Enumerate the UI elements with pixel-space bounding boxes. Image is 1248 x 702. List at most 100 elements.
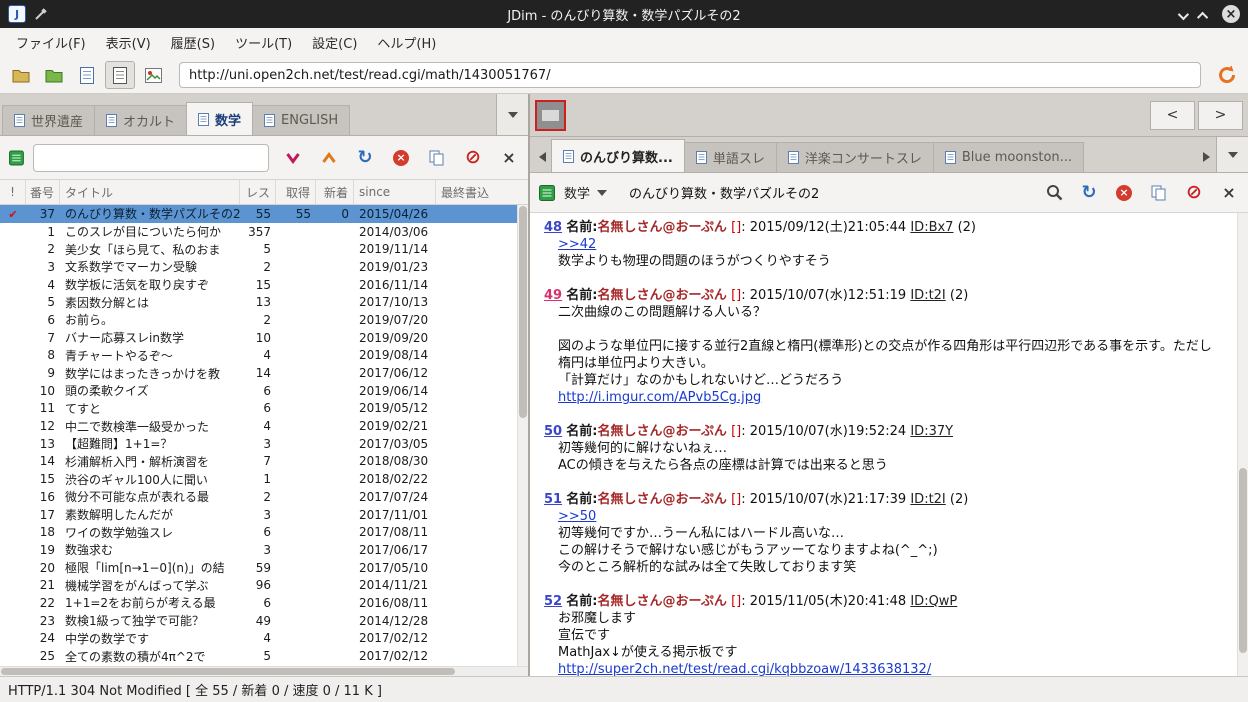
col-res[interactable]: レス xyxy=(240,180,276,204)
post-number-link[interactable]: 52 xyxy=(544,594,562,609)
thread-tab-1[interactable]: 単語スレ xyxy=(683,142,777,172)
thread-row[interactable]: 25 全ての素数の積が4π^2で 5 2017/02/12 xyxy=(0,647,528,665)
thread-row[interactable]: 9 数学にはまったきっかけを教 14 2017/06/12 xyxy=(0,364,528,382)
col-number[interactable]: 番号 xyxy=(26,180,60,204)
search-in-thread-button[interactable] xyxy=(1044,183,1064,203)
post-number-link[interactable]: 51 xyxy=(544,492,562,507)
thread-row[interactable]: 11 てすと 6 2019/05/12 xyxy=(0,400,528,418)
post-name-link[interactable]: 名無しさん@おーぷん xyxy=(597,288,726,303)
post-id-link[interactable]: ID:t2I xyxy=(910,288,945,303)
col-mark[interactable]: ! xyxy=(0,180,26,204)
menu-file[interactable]: ファイル(F) xyxy=(6,28,96,57)
copy-button[interactable] xyxy=(427,148,447,168)
stop-load-button[interactable]: × xyxy=(391,148,411,168)
thread-row[interactable]: 17 素数解明したんだが 3 2017/11/01 xyxy=(0,506,528,524)
url-input[interactable] xyxy=(179,62,1201,88)
tabs-scroll-right-button[interactable] xyxy=(1196,142,1216,172)
thread-row[interactable]: 21 機械学習をがんばって学ぶ 96 2014/11/21 xyxy=(0,576,528,594)
open-url-button[interactable] xyxy=(1212,61,1242,89)
board-tab-english[interactable]: ENGLISH xyxy=(252,105,351,135)
thread-tab-0[interactable]: のんびり算数... xyxy=(551,139,685,172)
image-view-button[interactable] xyxy=(138,61,168,89)
menu-view[interactable]: 表示(V) xyxy=(96,28,161,57)
close-button[interactable]: × xyxy=(1222,5,1240,23)
thread-row[interactable]: 3 文系数学でマーカン受験 2 2019/01/23 xyxy=(0,258,528,276)
menu-help[interactable]: ヘルプ(H) xyxy=(367,28,446,57)
image-prev-button[interactable]: < xyxy=(1150,100,1195,130)
copy-button[interactable] xyxy=(1149,183,1169,203)
thread-row[interactable]: 18 ワイの数学勉強スレ 6 2017/08/11 xyxy=(0,523,528,541)
thread-list-hscrollbar[interactable] xyxy=(0,666,528,676)
thread-row[interactable]: ✔ 37 のんびり算数・数学パズルその2 55 55 0 2015/04/26 xyxy=(0,205,528,223)
thread-row[interactable]: 5 素因数分解とは 13 2017/10/13 xyxy=(0,293,528,311)
board-tab-occult[interactable]: オカルト xyxy=(94,105,188,135)
thread-row[interactable]: 12 中二で数検準一級受かった 4 2019/02/21 xyxy=(0,417,528,435)
menu-settings[interactable]: 設定(C) xyxy=(302,28,367,57)
thread-row[interactable]: 19 数強求む 3 2017/06/17 xyxy=(0,541,528,559)
thread-row[interactable]: 23 数検1級って独学で可能？ 49 2014/12/28 xyxy=(0,612,528,630)
search-down-button[interactable] xyxy=(283,148,303,168)
thread-filter-input[interactable] xyxy=(32,143,269,172)
thread-row[interactable]: 7 バナー応募スレin数学 10 2019/09/20 xyxy=(0,329,528,347)
col-got[interactable]: 取得 xyxy=(276,180,316,204)
maximize-button[interactable] xyxy=(1196,5,1209,24)
reload-board-button[interactable]: ↻ xyxy=(355,148,375,168)
board-tab-sekaiisan[interactable]: 世界遺産 xyxy=(2,105,96,135)
thread-tab-overflow-button[interactable] xyxy=(1216,137,1248,172)
thread-row[interactable]: 16 微分不可能な点が表れる最 2 2017/07/24 xyxy=(0,488,528,506)
image-thumbnail-tab[interactable] xyxy=(535,99,566,131)
thread-row[interactable]: 13 【超難問】1+1=？ 3 2017/03/05 xyxy=(0,435,528,453)
thread-row[interactable]: 2 美少女「ほら見て、私のおま 5 2019/11/14 xyxy=(0,240,528,258)
board-tab-math[interactable]: 数学 xyxy=(186,102,254,135)
thread-tab-3[interactable]: Blue moonston... xyxy=(932,142,1085,172)
board-view-button[interactable] xyxy=(72,61,102,89)
abone-button[interactable]: ⊘ xyxy=(1184,183,1204,203)
scrollbar-thumb[interactable] xyxy=(519,206,527,419)
post-name-link[interactable]: 名無しさん@おーぷん xyxy=(597,594,726,609)
thread-row[interactable]: 20 極限「lim[n→1−0](n)」の結 59 2017/05/10 xyxy=(0,559,528,577)
close-panel-button[interactable]: × xyxy=(499,148,519,168)
col-title[interactable]: タイトル xyxy=(60,180,240,204)
reload-thread-button[interactable]: ↻ xyxy=(1079,183,1099,203)
post-id-link[interactable]: ID:QwP xyxy=(910,594,957,609)
search-up-button[interactable] xyxy=(319,148,339,168)
menu-history[interactable]: 履歴(S) xyxy=(161,28,225,57)
abone-button[interactable]: ⊘ xyxy=(463,148,483,168)
board-select-dropdown[interactable]: 数学 xyxy=(564,183,608,202)
thread-view-scrollbar[interactable] xyxy=(1237,213,1248,676)
board-tab-overflow-button[interactable] xyxy=(496,94,528,135)
col-since[interactable]: since xyxy=(354,180,436,204)
post-name-link[interactable]: 名無しさん@おーぷん xyxy=(597,220,726,235)
post-id-link[interactable]: ID:37Y xyxy=(910,424,953,439)
col-lastwrite[interactable]: 最終書込 xyxy=(436,180,528,204)
post-number-link[interactable]: 50 xyxy=(544,424,562,439)
post-name-link[interactable]: 名無しさん@おーぷん xyxy=(597,424,726,439)
thread-view-button[interactable] xyxy=(105,61,135,89)
thread-row[interactable]: 14 杉浦解析入門・解析演習を 7 2018/08/30 xyxy=(0,453,528,471)
post-id-link[interactable]: ID:Bx7 xyxy=(910,220,953,235)
thread-row[interactable]: 15 渋谷のギャル100人に聞い 1 2018/02/22 xyxy=(0,470,528,488)
post-link[interactable]: >>50 xyxy=(558,509,596,524)
thread-row[interactable]: 1 このスレが目についたら何か 357 2014/03/06 xyxy=(0,223,528,241)
scrollbar-thumb[interactable] xyxy=(1239,467,1247,653)
thread-row[interactable]: 10 頭の柔軟クイズ 6 2019/06/14 xyxy=(0,382,528,400)
post-number-link[interactable]: 49 xyxy=(544,288,562,303)
minimize-button[interactable] xyxy=(1177,5,1190,24)
thread-row[interactable]: 6 お前ら。 2 2019/07/20 xyxy=(0,311,528,329)
menu-tools[interactable]: ツール(T) xyxy=(225,28,302,57)
post-name-link[interactable]: 名無しさん@おーぷん xyxy=(597,492,726,507)
post-id-link[interactable]: ID:t2I xyxy=(910,492,945,507)
post-link[interactable]: http://i.imgur.com/APvb5Cg.jpg xyxy=(558,390,761,405)
thread-tab-2[interactable]: 洋楽コンサートスレ xyxy=(775,142,934,172)
thread-row[interactable]: 8 青チャートやるぞ〜 4 2019/08/14 xyxy=(0,347,528,365)
thread-list-scrollbar[interactable] xyxy=(517,205,528,666)
image-next-button[interactable]: > xyxy=(1198,100,1243,130)
thread-row[interactable]: 24 中学の数学です 4 2017/02/12 xyxy=(0,630,528,648)
stop-thread-button[interactable]: × xyxy=(1114,183,1134,203)
close-tab-button[interactable]: × xyxy=(1219,183,1239,203)
col-new[interactable]: 新着 xyxy=(316,180,354,204)
post-number-link[interactable]: 48 xyxy=(544,220,562,235)
thread-row[interactable]: 4 数学板に活気を取り戻すぞ 15 2016/11/14 xyxy=(0,276,528,294)
favorites-button[interactable] xyxy=(39,61,69,89)
thread-row[interactable]: 22 1+1=2をお前らが考える最 6 2016/08/11 xyxy=(0,594,528,612)
